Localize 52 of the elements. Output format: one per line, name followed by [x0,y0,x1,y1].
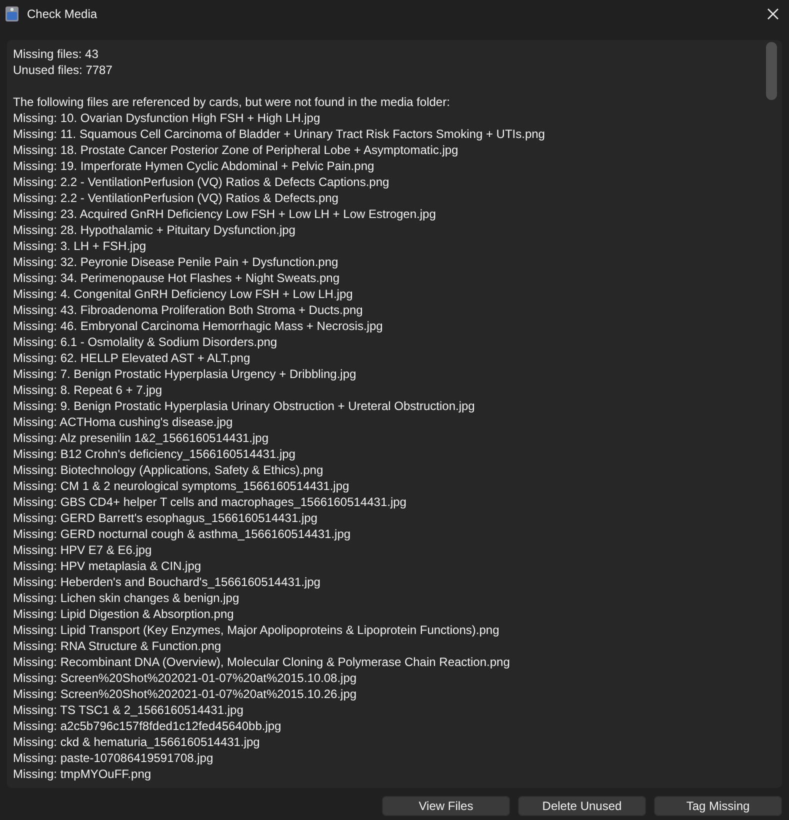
summary-line: Missing files: 43 [13,46,100,62]
missing-file-line: Missing: 43. Fibroadenoma Proliferation Both Stroma + Ducts.png [13,302,364,318]
missing-file-line: Missing: Recombinant DNA (Overview), Molecular Cloning & Polymerase Chain Reaction.png [13,654,511,670]
missing-file-line: Missing: 2.2 - VentilationPerfusion (VQ) Ratios & Defects.png [13,190,340,206]
missing-file-line: Missing: 19. Imperforate Hymen Cyclic Abdominal + Pelvic Pain.png [13,158,376,174]
missing-file-line: Missing: 6.1 - Osmolality & Sodium Disorders.png [13,334,278,350]
missing-file-line: Missing: paste-107086419591708.jpg [13,750,214,766]
dialog-button[interactable]: Tag Missing [654,796,782,816]
dialog-button[interactable]: View Files [382,796,510,816]
missing-file-line: Missing: Screen%20Shot%202021-01-07%20at%2015.10.26.jpg [13,686,358,702]
missing-file-line: Missing: 18. Prostate Cancer Posterior Zone of Peripheral Lobe + Asymptomatic.jpg [13,142,460,158]
missing-file-line: Missing: 32. Peyronie Disease Penile Pain + Dysfunction.png [13,254,340,270]
missing-file-line: Missing: ckd & hematuria_1566160514431.jpg [13,734,261,750]
missing-file-line: Missing: 46. Embryonal Carcinoma Hemorrhagic Mass + Necrosis.jpg [13,318,384,334]
missing-file-line: Missing: a2c5b796c157f8fded1c12fed45640bb.jpg [13,718,282,734]
missing-file-line: Missing: 11. Squamous Cell Carcinoma of Bladder + Urinary Tract Risk Factors Smoking + UTIs.png [13,126,546,142]
missing-file-line: Missing: ACTHoma cushing's disease.jpg [13,414,234,430]
missing-file-line: Missing: GBS CD4+ helper T cells and macrophages_1566160514431.jpg [13,494,408,510]
missing-file-line: Missing: 4. Congenital GnRH Deficiency Low FSH + Low LH.jpg [13,286,354,302]
missing-file-line: Missing: 7. Benign Prostatic Hyperplasia Urgency + Dribbling.jpg [13,366,358,382]
app-icon [5,6,19,22]
missing-file-line: Missing: GERD nocturnal cough & asthma_1566160514431.jpg [13,526,352,542]
missing-file-line: Missing: 3. LH + FSH.jpg [13,238,148,254]
missing-file-line: Missing: RNA Structure & Function.png [13,638,222,654]
missing-file-line: Missing: Lipid Transport (Key Enzymes, Major Apolipoproteins & Lipoprotein Functions).png [13,622,500,638]
summary-line: Unused files: 7787 [13,62,114,78]
missing-file-line: Missing: tmpMYOuFF.png [13,766,152,782]
missing-file-line: Missing: 23. Acquired GnRH Deficiency Low FSH + Low LH + Low Estrogen.jpg [13,206,437,222]
missing-file-line: Missing: Heberden's and Bouchard's_1566160514431.jpg [13,574,322,590]
missing-file-line: Missing: Lipid Digestion & Absorption.png [13,606,235,622]
window-title: Check Media [27,7,98,21]
report-heading: The following files are referenced by cards, but were not found in the media folder: [13,94,451,110]
missing-file-line: Missing: 9. Benign Prostatic Hyperplasia Urinary Obstruction + Ureteral Obstruction.jpg [13,398,476,414]
missing-file-line: Missing: Lichen skin changes & benign.jpg [13,590,240,606]
missing-file-line: Missing: 28. Hypothalamic + Pituitary Dysfunction.jpg [13,222,296,238]
missing-file-line: Missing: 10. Ovarian Dysfunction High FSH + High LH.jpg [13,110,322,126]
missing-file-line: Missing: 8. Repeat 6 + 7.jpg [13,382,164,398]
missing-file-line: Missing: HPV metaplasia & CIN.jpg [13,558,202,574]
missing-file-line: Missing: Biotechnology (Applications, Safety & Ethics).png [13,462,324,478]
close-icon[interactable] [767,8,779,20]
missing-file-line: Missing: Screen%20Shot%202021-01-07%20at%2015.10.08.jpg [13,670,358,686]
missing-file-line: Missing: CM 1 & 2 neurological symptoms_1566160514431.jpg [13,478,350,494]
missing-file-line: Missing: HPV E7 & E6.jpg [13,542,153,558]
scrollbar-thumb[interactable] [766,42,777,100]
dialog-button[interactable]: Delete Unused [518,796,646,816]
missing-file-line: Missing: 34. Perimenopause Hot Flashes + Night Sweats.png [13,270,341,286]
missing-file-line: Missing: 62. HELLP Elevated AST + ALT.png [13,350,252,366]
missing-file-line: Missing: 2.2 - VentilationPerfusion (VQ) Ratios & Defects Captions.png [13,174,390,190]
missing-file-line: Missing: Alz presenilin 1&2_1566160514431.jpg [13,430,270,446]
missing-file-line: Missing: B12 Crohn's deficiency_1566160514431.jpg [13,446,296,462]
missing-file-line: Missing: GERD Barrett's esophagus_1566160514431.jpg [13,510,318,526]
missing-file-line: Missing: TS TSC1 & 2_1566160514431.jpg [13,702,244,718]
